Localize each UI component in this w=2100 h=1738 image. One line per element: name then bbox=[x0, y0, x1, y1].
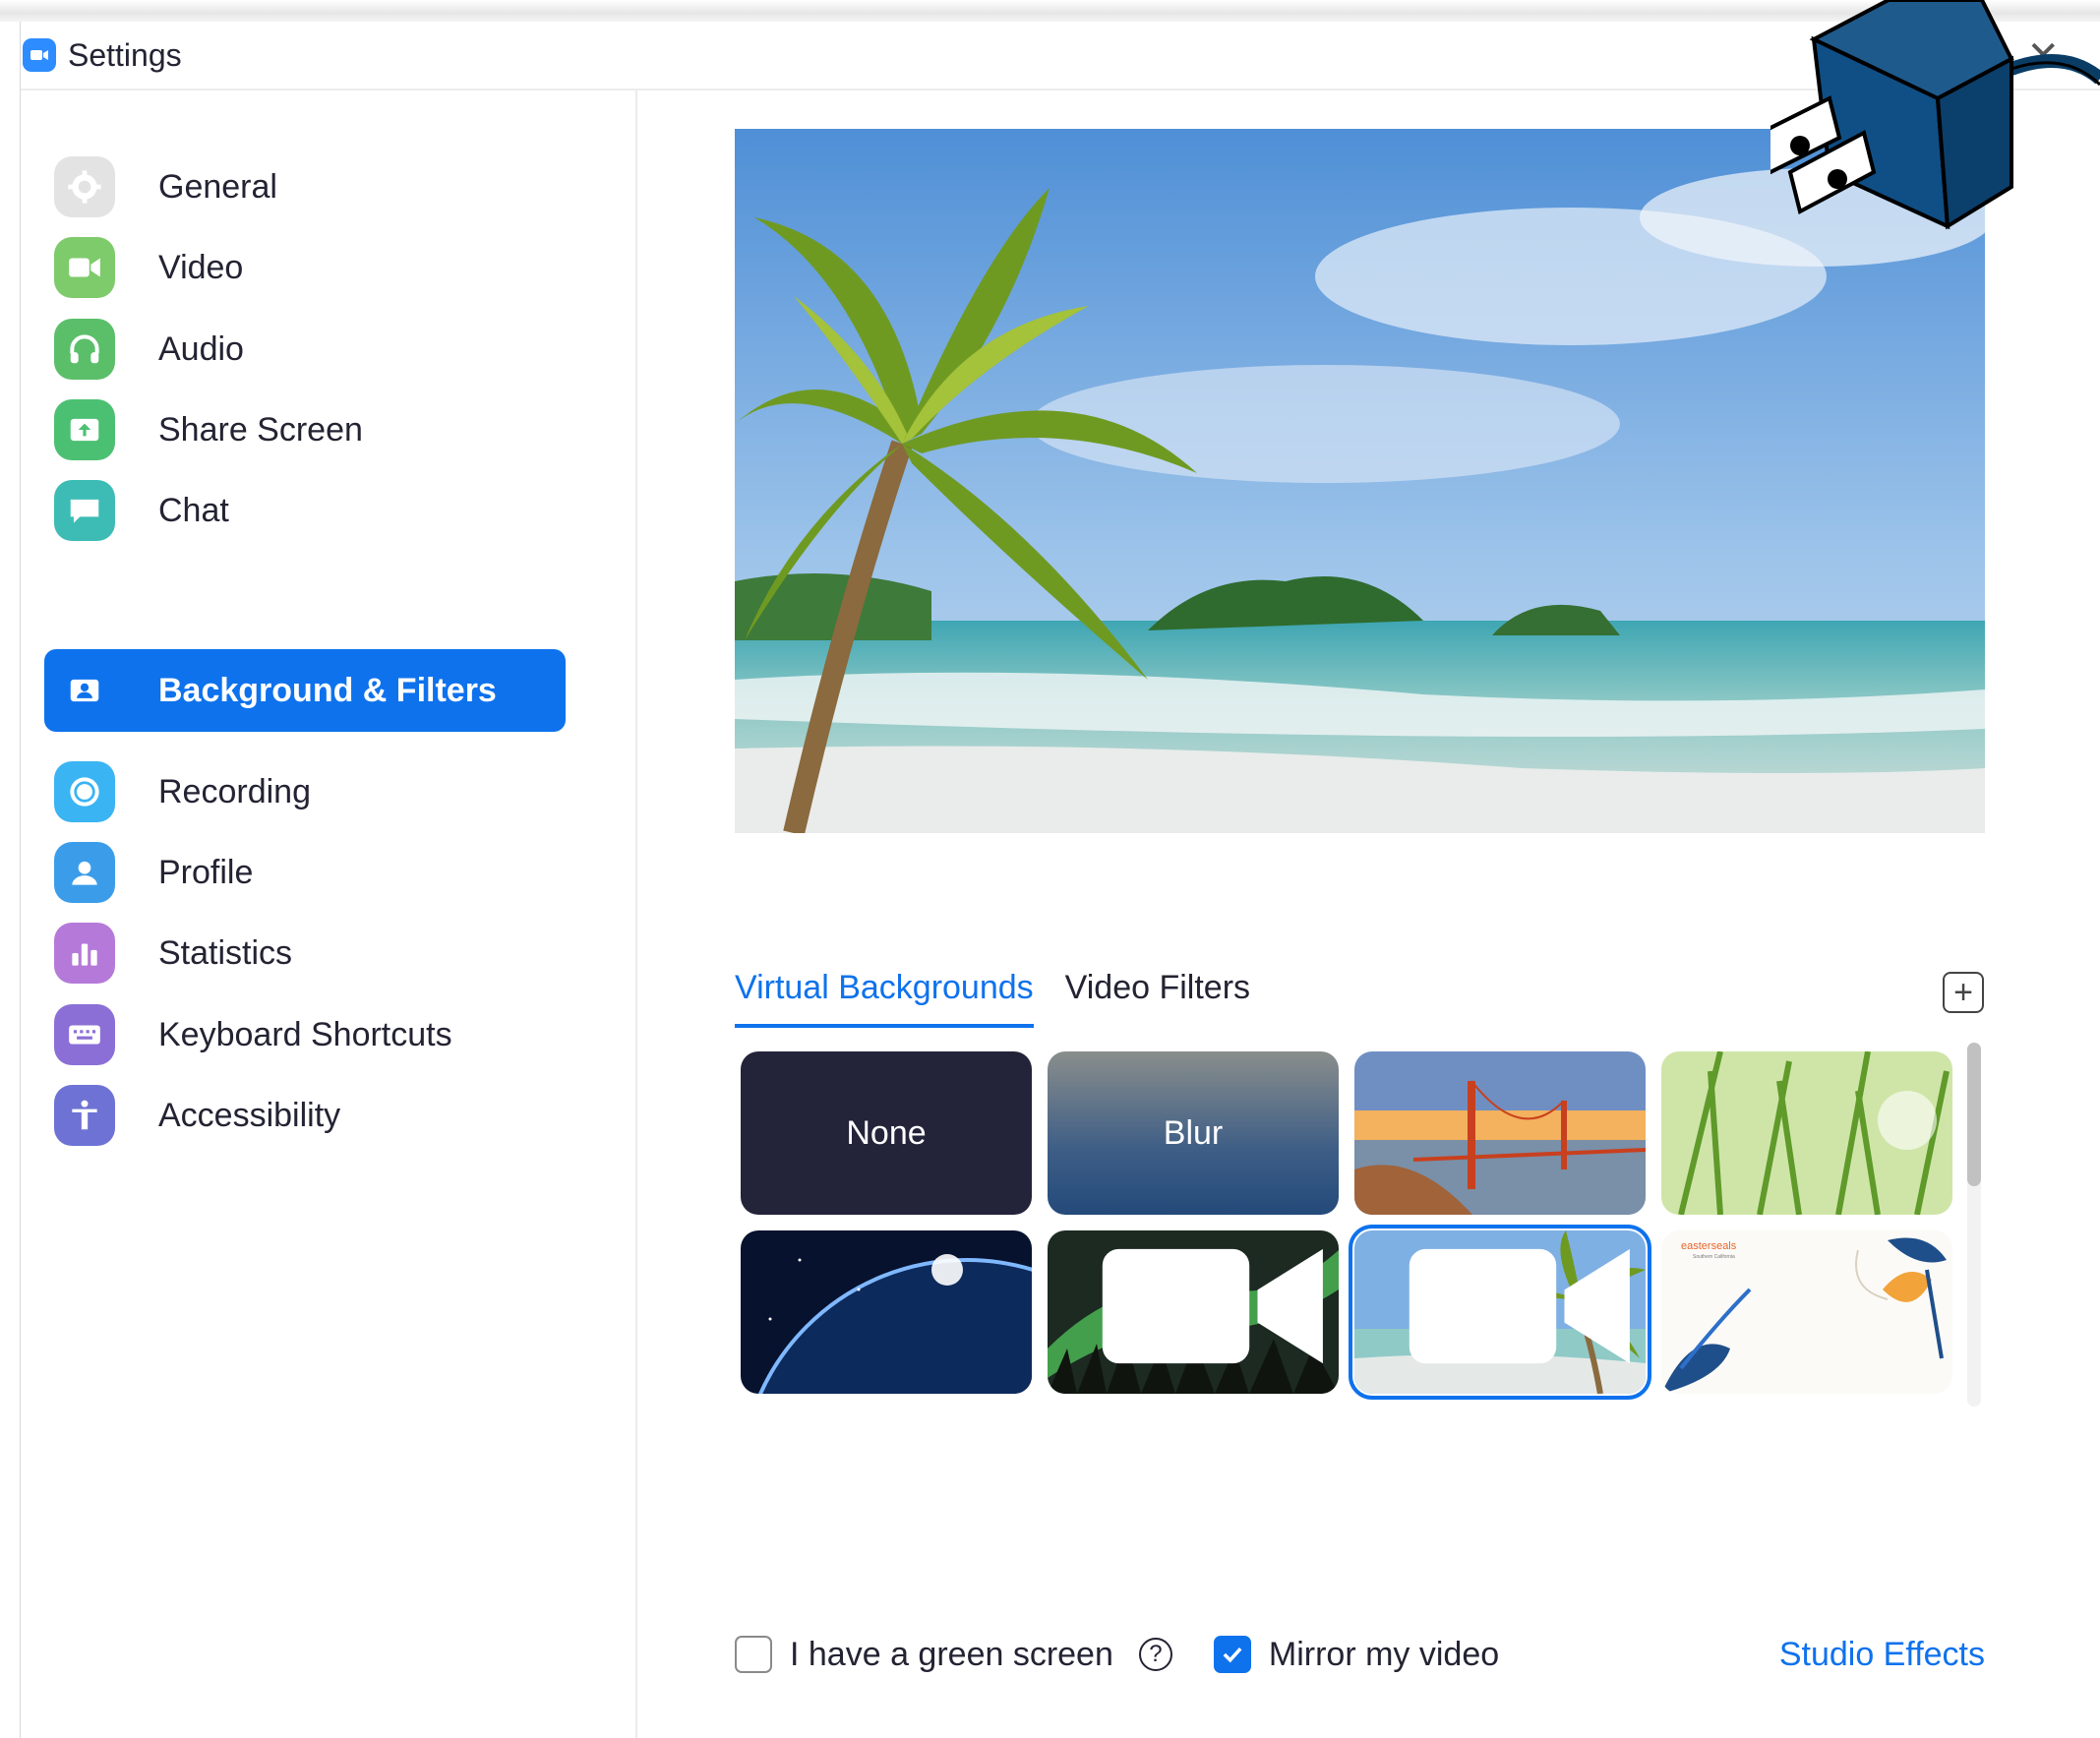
video-camera-icon bbox=[54, 237, 115, 298]
background-none[interactable]: None bbox=[741, 1051, 1032, 1215]
record-icon bbox=[54, 761, 115, 822]
sidebar-item-chat[interactable]: Chat bbox=[44, 469, 566, 552]
sidebar-item-label: Share Screen bbox=[158, 410, 363, 449]
background-tabs: Virtual Backgrounds Video Filters bbox=[735, 969, 1282, 1028]
sidebar-item-share-screen[interactable]: Share Screen bbox=[44, 389, 566, 471]
sidebar-item-video[interactable]: Video bbox=[44, 226, 566, 309]
sidebar-item-statistics[interactable]: Statistics bbox=[44, 912, 566, 994]
sidebar-item-general[interactable]: General bbox=[44, 146, 566, 228]
sidebar-item-label: Statistics bbox=[158, 933, 293, 972]
background-earth[interactable] bbox=[741, 1230, 1032, 1394]
background-grass[interactable] bbox=[1661, 1051, 1952, 1215]
sidebar-item-label: Profile bbox=[158, 853, 254, 891]
background-beach[interactable] bbox=[1349, 1225, 1651, 1400]
background-golden-gate[interactable] bbox=[1354, 1051, 1646, 1215]
help-icon[interactable]: ? bbox=[1138, 1638, 1172, 1671]
background-aurora[interactable] bbox=[1048, 1230, 1339, 1394]
sidebar-item-keyboard-shortcuts[interactable]: Keyboard Shortcuts bbox=[44, 993, 566, 1076]
help-glyph: ? bbox=[1149, 1641, 1163, 1667]
studio-effects-link[interactable]: Studio Effects bbox=[1779, 1636, 1985, 1674]
sidebar-item-accessibility[interactable]: Accessibility bbox=[44, 1074, 566, 1157]
zoom-app-icon bbox=[23, 38, 56, 72]
gear-icon bbox=[54, 156, 115, 217]
easterseals-subtitle: Southern California bbox=[1693, 1254, 1735, 1260]
plug-icon bbox=[1748, 0, 2100, 236]
sidebar-item-label: Chat bbox=[158, 491, 229, 529]
background-gallery: None Blur easterseals Southern Californi… bbox=[741, 1051, 1960, 1401]
sidebar-item-label: Background & Filters bbox=[158, 671, 497, 709]
person-card-icon bbox=[54, 660, 115, 721]
easterseals-logo-text: easterseals bbox=[1681, 1240, 1737, 1252]
chat-bubble-icon bbox=[54, 480, 115, 541]
checkmark-icon bbox=[1223, 1647, 1242, 1663]
mirror-video-label: Mirror my video bbox=[1268, 1635, 1500, 1673]
sidebar-item-label: Keyboard Shortcuts bbox=[158, 1015, 452, 1053]
thumb-label: Blur bbox=[1163, 1113, 1224, 1152]
gallery-scrollbar[interactable] bbox=[1967, 1043, 1981, 1407]
headphones-icon bbox=[54, 319, 115, 380]
sidebar-item-label: Recording bbox=[158, 772, 311, 810]
video-badge-icon bbox=[1102, 1248, 1323, 1364]
background-options: I have a green screen ? Mirror my video … bbox=[735, 1625, 1985, 1684]
green-screen-checkbox[interactable] bbox=[735, 1636, 772, 1673]
background-easterseals[interactable]: easterseals Southern California bbox=[1661, 1230, 1952, 1394]
bar-chart-icon bbox=[54, 923, 115, 984]
plus-icon: + bbox=[1953, 974, 1973, 1011]
background-blur[interactable]: Blur bbox=[1048, 1051, 1339, 1215]
sidebar-item-background-filters[interactable]: Background & Filters bbox=[44, 649, 566, 732]
sidebar-item-label: Audio bbox=[158, 330, 244, 368]
tab-video-filters[interactable]: Video Filters bbox=[1065, 969, 1250, 1028]
sidebar-item-label: General bbox=[158, 167, 277, 206]
sidebar-item-profile[interactable]: Profile bbox=[44, 831, 566, 914]
sidebar-item-audio[interactable]: Audio bbox=[44, 308, 566, 390]
sidebar-item-label: Accessibility bbox=[158, 1096, 341, 1134]
sidebar-item-recording[interactable]: Recording bbox=[44, 750, 566, 833]
mirror-video-checkbox[interactable] bbox=[1213, 1636, 1251, 1673]
add-background-button[interactable]: + bbox=[1943, 972, 1984, 1013]
green-screen-label: I have a green screen bbox=[790, 1635, 1113, 1673]
thumb-label: None bbox=[846, 1113, 927, 1152]
settings-sidebar: General Video Audio Share Screen Chat Ba… bbox=[21, 90, 637, 1738]
video-badge-icon bbox=[1409, 1248, 1630, 1364]
share-screen-icon bbox=[54, 399, 115, 460]
sidebar-item-label: Video bbox=[158, 248, 244, 286]
accessibility-icon bbox=[54, 1085, 115, 1146]
tab-virtual-backgrounds[interactable]: Virtual Backgrounds bbox=[735, 969, 1034, 1028]
window-title: Settings bbox=[68, 36, 182, 73]
keyboard-icon bbox=[54, 1004, 115, 1065]
profile-icon bbox=[54, 842, 115, 903]
scrollbar-thumb[interactable] bbox=[1967, 1043, 1981, 1186]
